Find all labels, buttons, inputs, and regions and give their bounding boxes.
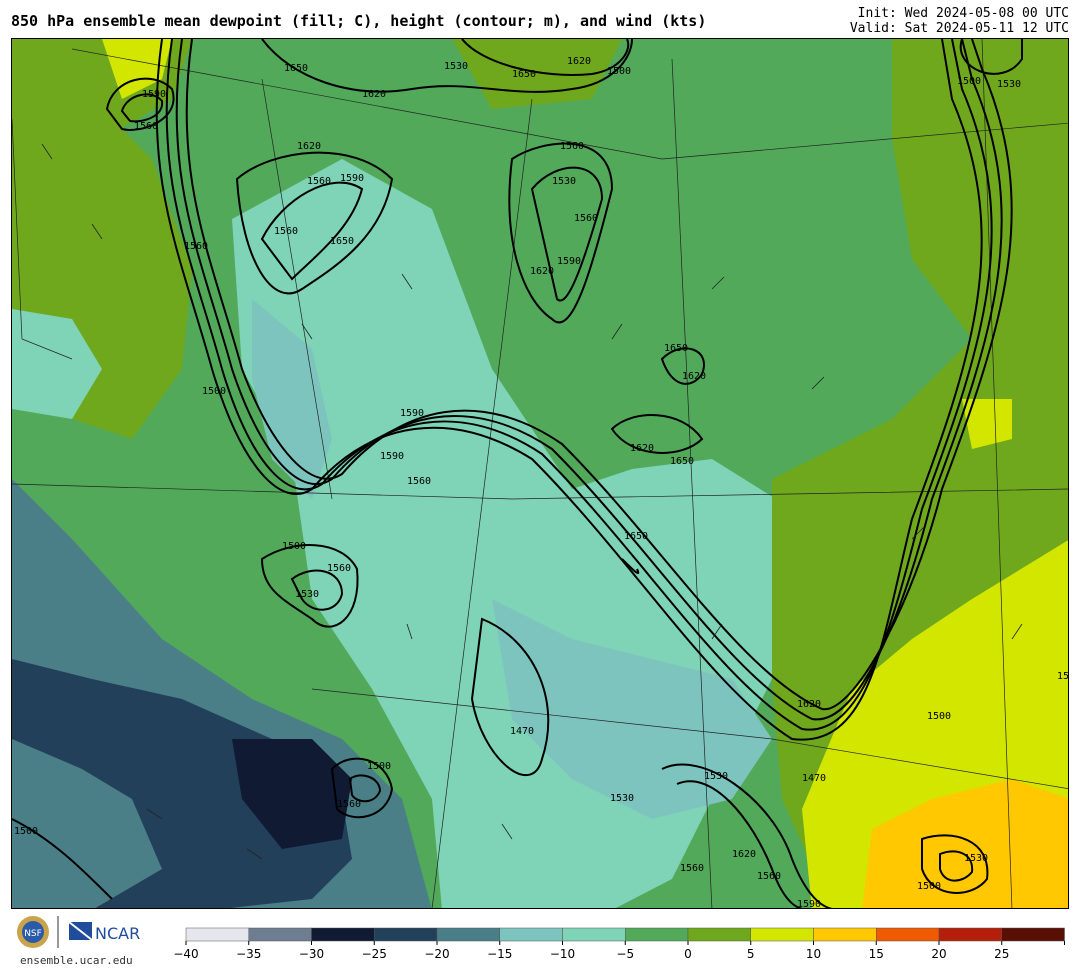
init-time: Init: Wed 2024-05-08 00 UTC xyxy=(857,6,1069,21)
colorbar-tick-label: −30 xyxy=(299,947,324,961)
contour-label: 1620 xyxy=(797,699,821,710)
contour-label: 1530 xyxy=(704,771,728,782)
colorbar-swatch xyxy=(185,927,249,942)
colorbar-swatch xyxy=(813,927,877,942)
colorbar: −40 −35 −30 −25 −20 −15 −10 −5 0 5 10 15 20 25 xyxy=(150,920,1080,973)
contour-label: 1620 xyxy=(297,141,321,152)
contour-label: 1500 xyxy=(367,761,391,772)
contour-label: 1560 xyxy=(574,213,598,224)
ncar-logo-text: NCAR xyxy=(95,924,140,943)
contour-label: 1650 xyxy=(664,343,688,354)
colorbar-swatch xyxy=(750,927,814,942)
valid-time: Valid: Sat 2024-05-11 12 UTC xyxy=(849,21,1069,36)
contour-label: 1500 xyxy=(202,386,226,397)
site-url: ensemble.ucar.edu xyxy=(20,954,133,967)
contour-label: 1650 xyxy=(624,531,648,542)
contour-label: 1560 xyxy=(757,871,781,882)
contour-label: 1470 xyxy=(510,726,534,737)
colorbar-tick-label: −25 xyxy=(362,947,387,961)
colorbar-swatch xyxy=(374,927,438,942)
colorbar-tick-label: −40 xyxy=(173,947,198,961)
contour-label: 1560 xyxy=(337,799,361,810)
contour-label: 1500 xyxy=(917,881,941,892)
nsf-ncar-logo: NSF NCAR xyxy=(17,916,140,948)
colorbar-tick-label: 25 xyxy=(994,947,1009,961)
contour-label: 1560 xyxy=(184,241,208,252)
contour-label: 1500 xyxy=(1057,671,1069,682)
contour-label: 1560 xyxy=(327,563,351,574)
colorbar-swatch xyxy=(311,927,375,942)
dewpoint-map: 1650 1620 1560 1590 1560 1620 1560 1590 … xyxy=(11,38,1069,909)
contour-label: 1530 xyxy=(997,79,1021,90)
colorbar-swatch xyxy=(562,927,626,942)
colorbar-tick-label: −20 xyxy=(424,947,449,961)
contour-label: 1500 xyxy=(14,826,38,837)
colorbar-tick-label: −10 xyxy=(550,947,575,961)
contour-label: 1500 xyxy=(957,76,981,87)
run-times: Init: Wed 2024-05-08 00 UTC Valid: Sat 2… xyxy=(850,6,1069,36)
map-title: 850 hPa ensemble mean dewpoint (fill; C)… xyxy=(11,12,707,30)
colorbar-swatch xyxy=(687,927,751,942)
contour-label: 1620 xyxy=(682,371,706,382)
colorbar-tick-label: −15 xyxy=(487,947,512,961)
contour-label: 1500 xyxy=(927,711,951,722)
contour-label: 1530 xyxy=(552,176,576,187)
colorbar-tick-label: 20 xyxy=(931,947,946,961)
contour-label: 1470 xyxy=(802,773,826,784)
contour-label: 1560 xyxy=(307,176,331,187)
contour-label: 1560 xyxy=(560,141,584,152)
colorbar-tick-label: 15 xyxy=(869,947,884,961)
contour-label: 1530 xyxy=(295,589,319,600)
contour-label: 1560 xyxy=(407,476,431,487)
contour-label: 1560 xyxy=(680,863,704,874)
colorbar-tick-label: 0 xyxy=(684,947,692,961)
contour-label: 1560 xyxy=(274,226,298,237)
contour-label: 1590 xyxy=(380,451,404,462)
contour-label: 1590 xyxy=(557,256,581,267)
contour-label: 1620 xyxy=(362,89,386,100)
contour-label: 1590 xyxy=(400,408,424,419)
contour-label: 1560 xyxy=(134,121,158,132)
colorbar-swatch xyxy=(625,927,689,942)
contour-label: 1650 xyxy=(330,236,354,247)
contour-label: 1620 xyxy=(630,443,654,454)
colorbar-swatch xyxy=(1001,927,1065,942)
contour-label: 1650 xyxy=(670,456,694,467)
contour-label: 1530 xyxy=(964,853,988,864)
contour-label: 1590 xyxy=(340,173,364,184)
contour-label: 1620 xyxy=(567,56,591,67)
contour-label: 1650 xyxy=(512,69,536,80)
colorbar-swatch xyxy=(248,927,312,942)
nsf-seal-text: NSF xyxy=(24,929,42,939)
colorbar-tick-label: 10 xyxy=(806,947,821,961)
contour-label: 1590 xyxy=(797,899,821,909)
colorbar-tick-label: 5 xyxy=(747,947,755,961)
colorbar-swatch xyxy=(436,927,500,942)
contour-label: 1530 xyxy=(444,61,468,72)
contour-label: 1590 xyxy=(142,89,166,100)
colorbar-tick-label: −35 xyxy=(236,947,261,961)
contour-label: 1500 xyxy=(282,541,306,552)
contour-label: 1500 xyxy=(607,66,631,77)
colorbar-swatch xyxy=(938,927,1002,942)
contour-label: 1620 xyxy=(530,266,554,277)
colorbar-swatch xyxy=(499,927,563,942)
colorbar-swatch xyxy=(876,927,940,942)
contour-label: 1530 xyxy=(610,793,634,804)
contour-label: 1620 xyxy=(732,849,756,860)
colorbar-tick-label: −5 xyxy=(616,947,634,961)
contour-label: 1650 xyxy=(284,63,308,74)
